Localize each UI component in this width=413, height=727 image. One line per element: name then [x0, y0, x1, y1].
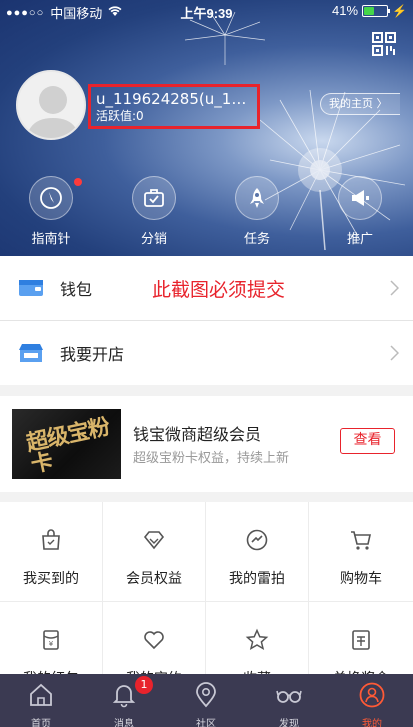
- message-count-badge: 1: [135, 676, 153, 694]
- glasses-icon: [276, 690, 302, 703]
- menu-item-open-shop[interactable]: 我要开店: [0, 321, 413, 385]
- nav-label: 分销: [140, 232, 167, 247]
- menu-item-wallet[interactable]: 钱包 此截图必须提交: [0, 256, 413, 320]
- tab-discover[interactable]: 发现: [248, 674, 330, 727]
- grid-item-purchased[interactable]: 我买到的: [0, 502, 103, 602]
- qr-code-button[interactable]: [370, 30, 398, 58]
- briefcase-icon: [132, 176, 176, 220]
- bottom-tab-bar: 首页 1 消息 社区 发现 我的: [0, 674, 413, 727]
- activity-value: 活跃值:0: [96, 109, 144, 123]
- home-icon: [30, 683, 52, 706]
- diamond-icon: [143, 531, 165, 550]
- tab-me[interactable]: 我的: [331, 674, 413, 727]
- compass-icon: [29, 176, 73, 220]
- nav-distribution[interactable]: 分销: [104, 176, 204, 247]
- grid-label: 会员权益: [126, 571, 182, 587]
- nav-label: 指南针: [31, 232, 71, 247]
- shopping-bag-icon: [42, 529, 60, 550]
- promo-image-text: 超级宝粉卡: [24, 413, 112, 479]
- avatar[interactable]: [16, 70, 86, 140]
- grid-label: 购物车: [340, 571, 382, 587]
- header-nav: 指南针 分销 任务 推广: [0, 176, 413, 247]
- screenshot-notice: 此截图必须提交: [152, 278, 286, 301]
- rocket-icon: [235, 176, 279, 220]
- tab-label: 我的: [362, 719, 382, 727]
- user-icon: [359, 682, 385, 708]
- battery-icon: [362, 4, 391, 17]
- nav-tasks[interactable]: 任务: [207, 176, 307, 247]
- shop-icon: [19, 344, 43, 362]
- auction-icon: [246, 529, 268, 551]
- my-homepage-link[interactable]: 我的主页 〉: [320, 93, 400, 115]
- promo-title: 钱宝微商超级会员: [133, 425, 262, 444]
- nav-compass[interactable]: 指南针: [1, 176, 101, 247]
- super-fan-card-image: 超级宝粉卡: [12, 409, 121, 479]
- megaphone-icon: [338, 176, 382, 220]
- profile-header: ●●●○○ 中国移动 上午9:39 41% ⚡ u_119624285(u_11…: [0, 0, 413, 256]
- user-info-box[interactable]: u_119624285(u_119... 活跃值:0: [88, 84, 260, 129]
- nav-label: 推广: [346, 232, 373, 247]
- heart-chat-icon: [144, 631, 164, 650]
- chevron-right-icon: [390, 345, 399, 361]
- grid-label: 我买到的: [23, 571, 79, 587]
- section-gap: [0, 385, 413, 396]
- charging-icon: ⚡: [392, 3, 407, 18]
- status-bar: ●●●○○ 中国移动 上午9:39 41% ⚡: [0, 0, 413, 22]
- section-gap: [0, 492, 413, 502]
- tab-label: 消息: [114, 719, 134, 727]
- location-icon: [196, 682, 216, 708]
- exchange-icon: [352, 630, 370, 650]
- svg-text:¥: ¥: [49, 640, 54, 648]
- cart-icon: [351, 531, 371, 550]
- wallet-icon: [19, 280, 43, 296]
- tab-label: 社区: [196, 719, 216, 727]
- grid-item-member-benefits[interactable]: 会员权益: [103, 502, 206, 602]
- red-envelope-icon: ¥: [43, 630, 59, 650]
- tab-community[interactable]: 社区: [165, 674, 247, 727]
- bell-icon: [112, 685, 136, 708]
- battery-percentage: 41%: [332, 3, 359, 18]
- grid-item-my-auction[interactable]: 我的雷拍: [206, 502, 309, 602]
- nav-label: 任务: [243, 232, 270, 247]
- default-avatar-icon: [26, 86, 80, 138]
- tab-home[interactable]: 首页: [0, 674, 82, 727]
- promo-card[interactable]: 超级宝粉卡 钱宝微商超级会员 超级宝粉卡权益，持续上新 查看: [0, 396, 413, 492]
- tab-messages[interactable]: 1 消息: [83, 674, 165, 727]
- menu-label: 钱包: [60, 280, 93, 299]
- username: u_119624285(u_119...: [96, 90, 252, 108]
- promo-subtitle: 超级宝粉卡权益，持续上新: [133, 451, 290, 466]
- notification-dot: [74, 178, 82, 186]
- feature-grid: 我买到的 会员权益 我的雷拍 购物车 ¥ 我的红包 我的宝约 收藏 兑换奖金: [0, 502, 413, 702]
- grid-item-cart[interactable]: 购物车: [309, 502, 413, 602]
- tab-label: 首页: [31, 719, 51, 727]
- qr-code-icon: [372, 32, 396, 56]
- tab-label: 发现: [279, 719, 299, 727]
- view-button[interactable]: 查看: [340, 428, 395, 454]
- grid-label: 我的雷拍: [229, 571, 285, 587]
- star-icon: [245, 628, 269, 651]
- menu-label: 我要开店: [60, 345, 125, 364]
- chevron-right-icon: [390, 280, 399, 296]
- nav-promotion[interactable]: 推广: [310, 176, 410, 247]
